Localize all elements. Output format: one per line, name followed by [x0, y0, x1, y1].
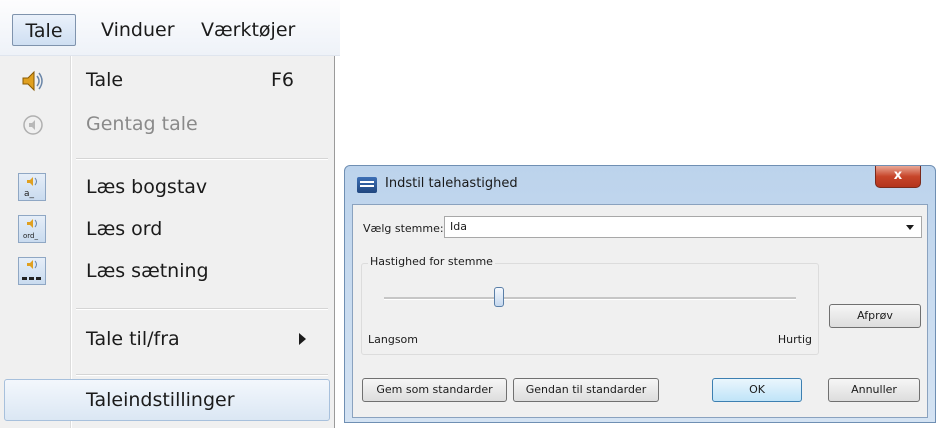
- slider-max-label: Hurtig: [777, 333, 812, 346]
- menu-item-label: Tale: [86, 69, 124, 91]
- repeat-speech-icon: [23, 115, 43, 135]
- menu-item-tale[interactable]: Tale F6: [4, 60, 330, 100]
- tale-dropdown-menu: Tale F6 Gentag tale a_ Læs bogstav ord_: [0, 56, 335, 428]
- restore-default-button[interactable]: Gendan til standarder: [513, 378, 659, 402]
- speech-rate-dialog: Indstil talehastighed x Vælg stemme: Ida…: [344, 165, 936, 423]
- read-sentence-icon: [18, 257, 46, 285]
- menu-item-label: Gentag tale: [86, 113, 198, 135]
- menu-item-taleindstillinger[interactable]: Taleindstillinger: [4, 379, 330, 421]
- menu-vinduer[interactable]: Vinduer: [101, 14, 175, 46]
- menu-item-tale-til-fra[interactable]: Tale til/fra: [4, 319, 330, 359]
- menu-separator: [76, 158, 328, 160]
- ok-button[interactable]: OK: [712, 378, 802, 402]
- menu-item-laes-bogstav[interactable]: a_ Læs bogstav: [4, 167, 330, 207]
- menu-vaerktoejer[interactable]: Værktøjer: [201, 14, 295, 46]
- menu-item-label: Læs bogstav: [86, 176, 208, 198]
- dialog-title: Indstil talehastighed: [385, 176, 518, 191]
- menu-item-label: Tale til/fra: [86, 328, 180, 350]
- menu-item-laes-saetning[interactable]: Læs sætning: [4, 251, 330, 291]
- dialog-client-area: Vælg stemme: Ida Hastighed for stemme La…: [352, 204, 928, 418]
- save-default-button[interactable]: Gem som standarder: [362, 378, 507, 402]
- menu-bar: Tale Vinduer Værktøjer: [0, 0, 340, 56]
- shortcut-label: F6: [270, 69, 294, 91]
- read-letter-icon: a_: [18, 173, 46, 201]
- menu-separator: [76, 374, 328, 376]
- speed-slider-track[interactable]: [384, 297, 796, 300]
- speed-slider-thumb[interactable]: [494, 287, 504, 307]
- app-icon: [357, 177, 377, 193]
- cancel-button[interactable]: Annuller: [828, 378, 920, 402]
- read-word-icon: ord_: [18, 215, 46, 243]
- dropdown-arrow-icon: [906, 225, 914, 230]
- voice-select-value: Ida: [450, 220, 467, 233]
- menu-item-label: Taleindstillinger: [86, 389, 235, 411]
- menu-separator: [76, 308, 328, 310]
- speaker-icon: [22, 70, 43, 92]
- speed-group-box: Hastighed for stemme Langsom Hurtig: [361, 255, 819, 355]
- voice-select[interactable]: Ida: [444, 216, 922, 238]
- menu-item-gentag-tale[interactable]: Gentag tale: [4, 104, 330, 144]
- close-button[interactable]: x: [875, 166, 921, 188]
- menu-tale[interactable]: Tale: [12, 14, 76, 46]
- speed-group-title: Hastighed for stemme: [368, 255, 495, 268]
- voice-label: Vælg stemme:: [363, 222, 444, 235]
- test-button[interactable]: Afprøv: [829, 304, 921, 328]
- submenu-arrow-icon: [299, 333, 306, 345]
- menu-item-label: Læs ord: [86, 218, 163, 240]
- svg-text:ord_: ord_: [23, 232, 38, 240]
- menu-item-label: Læs sætning: [86, 260, 209, 282]
- slider-min-label: Langsom: [368, 333, 418, 346]
- svg-text:a_: a_: [24, 189, 35, 199]
- menu-item-laes-ord[interactable]: ord_ Læs ord: [4, 209, 330, 249]
